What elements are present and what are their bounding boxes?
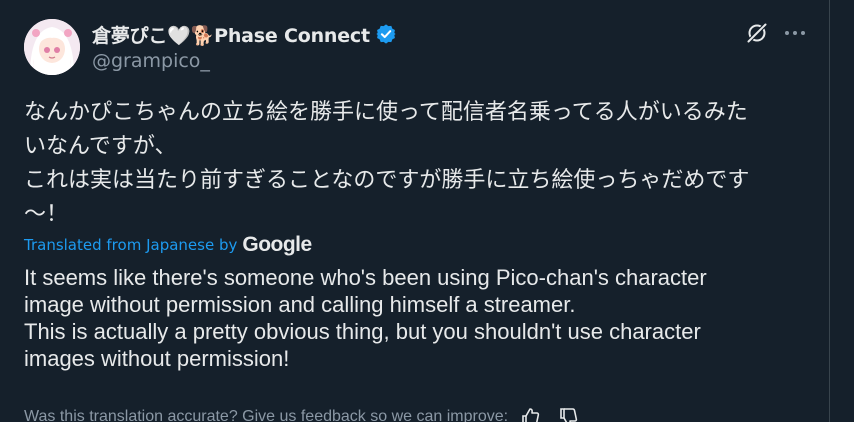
translation-attribution: Translated from Japanese by Google bbox=[24, 233, 312, 257]
post-text-line: 〜！ bbox=[24, 202, 69, 227]
more-options-icon-dot bbox=[793, 31, 797, 35]
author-handle[interactable]: @grampico_ bbox=[92, 50, 210, 72]
display-name[interactable]: 倉夢ぴこ🤍🐕Phase Connect bbox=[92, 21, 370, 48]
more-options-icon-dot bbox=[801, 31, 805, 35]
more-options-button[interactable] bbox=[780, 20, 810, 46]
translated-text-line: images without permission! bbox=[24, 346, 290, 371]
avatar[interactable] bbox=[24, 19, 80, 75]
post-text-line: これは実は当たり前すぎることなのですが勝手に立ち絵使っちゃだめです bbox=[24, 168, 750, 193]
thumbs-down-icon[interactable] bbox=[558, 407, 578, 422]
post-text: なんかぴこちゃんの立ち絵を勝手に使って配信者名乗ってる人がいるみた いなんですが… bbox=[24, 96, 824, 232]
more-options-icon bbox=[785, 31, 789, 35]
verified-badge-icon[interactable] bbox=[375, 23, 397, 45]
feedback-prompt: Was this translation accurate? Give us f… bbox=[24, 408, 509, 422]
avatar-image bbox=[24, 19, 80, 75]
translated-text-line: It seems like there's someone who's been… bbox=[24, 265, 707, 290]
thumbs-up-icon[interactable] bbox=[520, 407, 540, 422]
grok-icon bbox=[747, 23, 767, 43]
translated-text-line: This is actually a pretty obvious thing,… bbox=[24, 319, 701, 344]
translated-text: It seems like there's someone who's been… bbox=[24, 264, 824, 372]
post-text-line: なんかぴこちゃんの立ち絵を勝手に使って配信者名乗ってる人がいるみた bbox=[24, 100, 748, 125]
translated-text-line: image without permission and calling him… bbox=[24, 292, 576, 317]
translation-feedback: Was this translation accurate? Give us f… bbox=[24, 406, 578, 422]
post-text-line: いなんですが、 bbox=[24, 134, 177, 159]
author-name-row[interactable]: 倉夢ぴこ🤍🐕Phase Connect bbox=[92, 20, 397, 48]
google-logo: Google bbox=[242, 233, 312, 256]
translated-from-link[interactable]: Translated from Japanese by bbox=[24, 236, 237, 254]
grok-button[interactable] bbox=[744, 20, 770, 46]
column-border bbox=[829, 0, 830, 422]
